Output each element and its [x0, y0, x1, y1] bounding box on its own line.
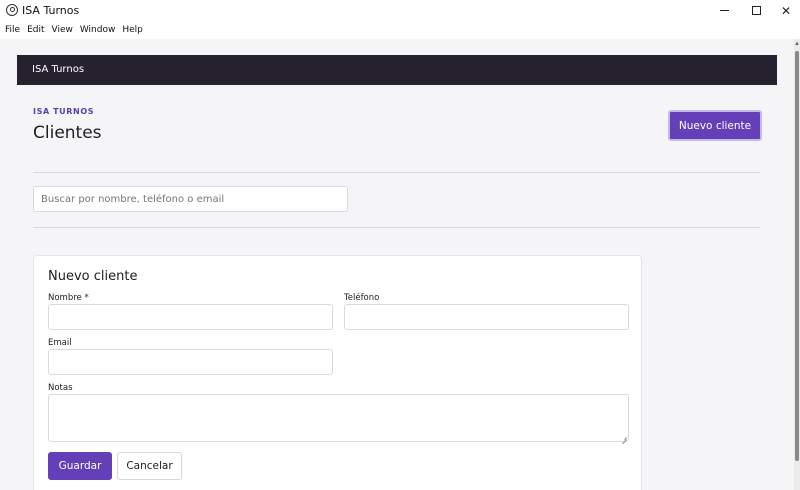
menu-file[interactable]: File — [5, 25, 20, 35]
notas-textarea[interactable] — [48, 394, 629, 442]
telefono-field[interactable] — [344, 304, 629, 330]
save-button[interactable]: Guardar — [48, 452, 112, 480]
nombre-label: Nombre * — [48, 293, 89, 303]
divider — [33, 172, 760, 173]
search-input[interactable] — [33, 186, 348, 212]
resize-grip-icon[interactable] — [621, 434, 627, 440]
navbar-brand[interactable]: ISA Turnos — [32, 64, 84, 75]
close-icon: ✕ — [780, 3, 792, 18]
nombre-field[interactable] — [48, 304, 333, 330]
scrollbar-thumb[interactable] — [795, 51, 799, 461]
scroll-up-icon[interactable]: ▲ — [794, 41, 800, 47]
form-title: Nuevo cliente — [48, 269, 138, 284]
cancel-button[interactable]: Cancelar — [117, 452, 182, 480]
vertical-scrollbar[interactable]: ▲ — [794, 39, 800, 490]
page-eyebrow: ISA TURNOS — [33, 107, 95, 116]
minimize-button[interactable] — [708, 0, 740, 21]
top-navbar: ISA Turnos — [17, 55, 777, 85]
new-client-button[interactable]: Nuevo cliente — [668, 110, 762, 141]
divider — [33, 227, 760, 228]
app-logo-icon — [6, 4, 18, 16]
telefono-label: Teléfono — [344, 293, 380, 303]
window-titlebar: ISA Turnos ✕ — [0, 0, 800, 21]
close-button[interactable]: ✕ — [770, 0, 800, 21]
maximize-button[interactable] — [740, 0, 772, 21]
window-title: ISA Turnos — [22, 4, 80, 17]
page-title: Clientes — [33, 123, 102, 143]
minimize-icon — [719, 10, 729, 11]
menu-help[interactable]: Help — [122, 25, 143, 35]
menu-view[interactable]: View — [52, 25, 73, 35]
menu-window[interactable]: Window — [80, 25, 116, 35]
menu-bar: File Edit View Window Help — [0, 21, 800, 39]
maximize-icon — [751, 6, 761, 15]
app-content: ISA Turnos ISA TURNOS Clientes Nuevo cli… — [0, 39, 794, 490]
email-field[interactable] — [48, 349, 333, 375]
new-client-form: Nuevo cliente Nombre * Teléfono Email No… — [33, 255, 642, 490]
email-label: Email — [48, 338, 72, 348]
menu-edit[interactable]: Edit — [27, 25, 44, 35]
notas-label: Notas — [48, 383, 73, 393]
